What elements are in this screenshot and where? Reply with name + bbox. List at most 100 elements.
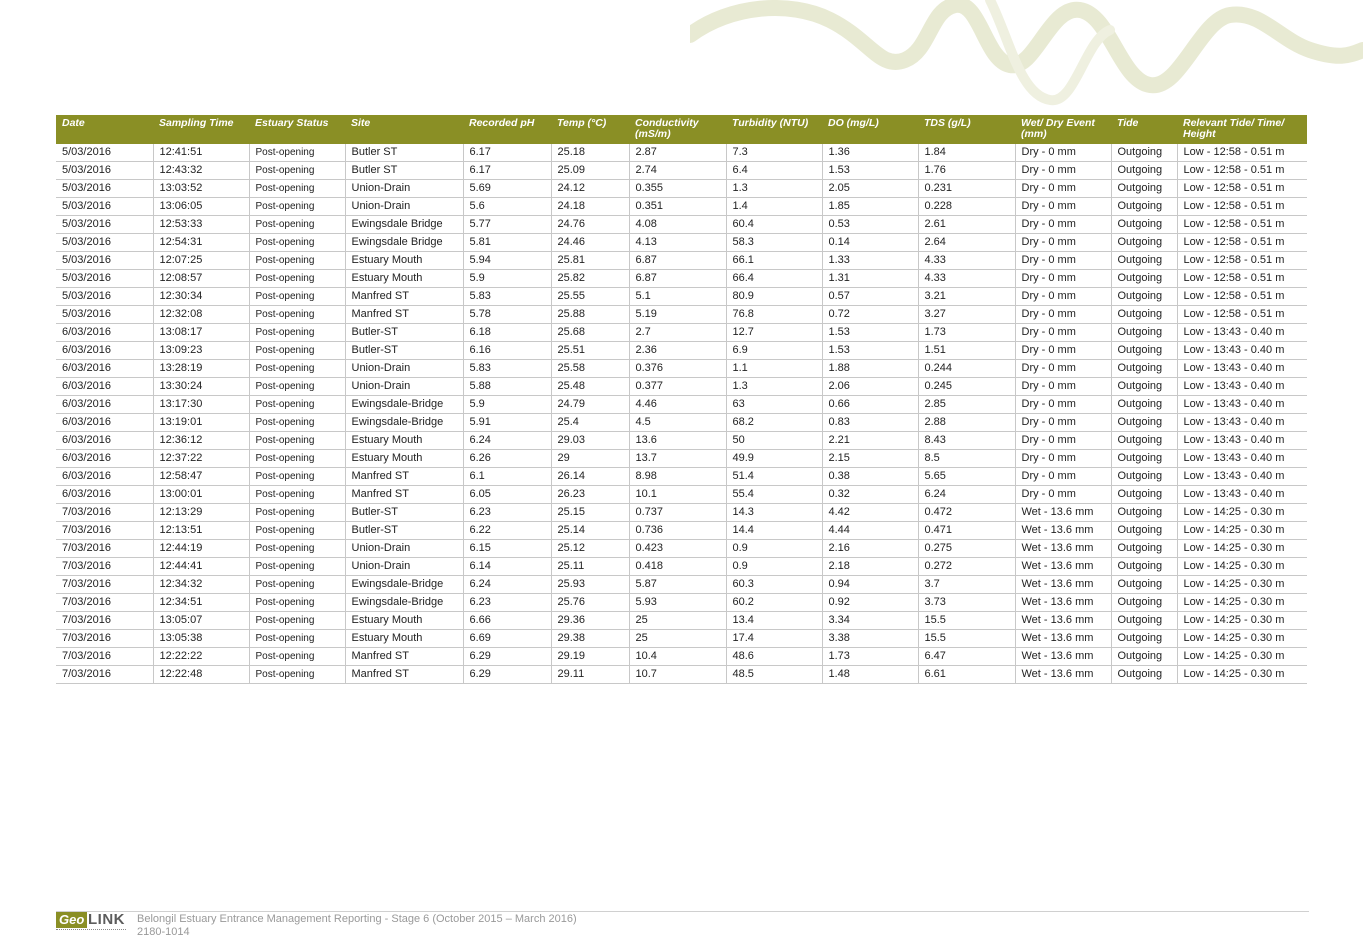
table-row: 5/03/2016 12:30:34 Post-opening Manfred ST 5… [56, 287, 1307, 306]
table-cell: Low - 13:43 - 0.40 m [1176, 485, 1307, 504]
table-cell: 13:05:07 [152, 611, 249, 630]
table-cell: 0.83 [821, 413, 918, 432]
table-cell: Low - 12:58 - 0.51 m [1176, 305, 1307, 324]
table-cell: Outgoing [1110, 503, 1177, 522]
table-row: 6/03/2016 12:58:47 Post-opening Manfred ST 6… [56, 467, 1307, 486]
table-cell: Outgoing [1110, 233, 1177, 252]
table-cell: Butler-ST [344, 521, 463, 540]
table-cell: Dry - 0 mm [1014, 449, 1111, 468]
table-cell: 4.5 [628, 413, 726, 432]
table-cell: 5/03/2016 [56, 179, 153, 198]
table-cell: 2.16 [821, 539, 918, 558]
table-cell: 5.83 [462, 287, 551, 306]
table-cell: Outgoing [1110, 179, 1177, 198]
table-cell: Wet - 13.6 mm [1014, 611, 1111, 630]
table-cell: 7/03/2016 [56, 629, 153, 648]
table-cell: 12:58:47 [152, 467, 249, 486]
table-cell: Outgoing [1110, 287, 1177, 306]
table-cell: 12:36:12 [152, 431, 249, 450]
footer-doc-number: 2180-1014 [137, 926, 190, 938]
table-cell: 13:30:24 [152, 377, 249, 396]
table-cell: 7/03/2016 [56, 539, 153, 558]
table-cell: 29 [550, 449, 629, 468]
table-cell: 13.4 [725, 611, 822, 630]
decorative-wave-graphic [690, 0, 1363, 106]
water-quality-table: Date Sampling Time Estuary Status Site R… [56, 115, 1307, 684]
table-cell: 2.64 [917, 233, 1015, 252]
table-cell: 51.4 [725, 467, 822, 486]
table-cell: 25.12 [550, 539, 629, 558]
table-cell: Post-opening [248, 539, 345, 558]
table-cell: Low - 13:43 - 0.40 m [1176, 359, 1307, 378]
table-row: 5/03/2016 12:07:25 Post-opening Estuary Mou… [56, 251, 1307, 270]
table-cell: 1.4 [725, 197, 822, 216]
logo-link-text: LINK [88, 911, 125, 928]
table-row: 5/03/2016 12:32:08 Post-opening Manfred ST 5… [56, 305, 1307, 324]
table-cell: 0.376 [628, 359, 726, 378]
table-cell: 25.4 [550, 413, 629, 432]
table-cell: Low - 13:43 - 0.40 m [1176, 467, 1307, 486]
table-cell: 8.43 [917, 431, 1015, 450]
table-cell: 6.15 [462, 539, 551, 558]
table-cell: 12.7 [725, 323, 822, 342]
table-cell: 48.5 [725, 665, 822, 684]
table-cell: 14.4 [725, 521, 822, 540]
table-cell: 13:00:01 [152, 485, 249, 504]
table-cell: Dry - 0 mm [1014, 323, 1111, 342]
table-cell: Outgoing [1110, 323, 1177, 342]
table-cell: 4.33 [917, 251, 1015, 270]
table-cell: 12:53:33 [152, 215, 249, 234]
table-cell: 6.87 [628, 269, 726, 288]
table-cell: Outgoing [1110, 647, 1177, 666]
table-cell: 0.9 [725, 539, 822, 558]
table-cell: 7/03/2016 [56, 557, 153, 576]
logo-geo-text: Geo [56, 912, 88, 928]
table-cell: Ewingsdale-Bridge [344, 593, 463, 612]
table-cell: 3.38 [821, 629, 918, 648]
table-cell: Post-opening [248, 287, 345, 306]
table-cell: 6/03/2016 [56, 377, 153, 396]
table-cell: 17.4 [725, 629, 822, 648]
table-cell: 29.03 [550, 431, 629, 450]
table-cell: Post-opening [248, 557, 345, 576]
table-cell: Estuary Mouth [344, 251, 463, 270]
table-cell: Wet - 13.6 mm [1014, 557, 1111, 576]
table-cell: 5.93 [628, 593, 726, 612]
table-cell: 49.9 [725, 449, 822, 468]
table-cell: 12:34:32 [152, 575, 249, 594]
table-cell: Post-opening [248, 395, 345, 414]
table-cell: 0.275 [917, 539, 1015, 558]
table-cell: Outgoing [1110, 611, 1177, 630]
table-row: 6/03/2016 13:08:17 Post-opening Butler-ST 6.… [56, 323, 1307, 342]
table-cell: 12:30:34 [152, 287, 249, 306]
table-cell: 10.4 [628, 647, 726, 666]
table-cell: Post-opening [248, 521, 345, 540]
table-cell: Outgoing [1110, 467, 1177, 486]
table-cell: 0.272 [917, 557, 1015, 576]
table-cell: 6/03/2016 [56, 413, 153, 432]
table-row: 6/03/2016 13:00:01 Post-opening Manfred ST 6… [56, 485, 1307, 504]
table-cell: 68.2 [725, 413, 822, 432]
column-header: Site [345, 115, 463, 144]
table-cell: Union-Drain [344, 179, 463, 198]
column-header: Date [56, 115, 153, 144]
table-cell: 25 [628, 611, 726, 630]
table-cell: Manfred ST [344, 305, 463, 324]
table-cell: 4.42 [821, 503, 918, 522]
table-cell: Dry - 0 mm [1014, 287, 1111, 306]
table-cell: 1.53 [821, 341, 918, 360]
table-cell: 60.2 [725, 593, 822, 612]
table-row: 5/03/2016 12:43:32 Post-opening Butler ST 6.… [56, 161, 1307, 180]
table-cell: 0.472 [917, 503, 1015, 522]
table-cell: 2.06 [821, 377, 918, 396]
table-cell: Wet - 13.6 mm [1014, 521, 1111, 540]
table-cell: 6.66 [462, 611, 551, 630]
footer-text: Belongil Estuary Entrance Management Rep… [137, 913, 577, 939]
table-cell: 4.46 [628, 395, 726, 414]
table-cell: 12:44:19 [152, 539, 249, 558]
table-cell: 12:41:51 [152, 144, 249, 162]
table-cell: Dry - 0 mm [1014, 215, 1111, 234]
table-cell: 6.61 [917, 665, 1015, 684]
table-cell: 15.5 [917, 629, 1015, 648]
table-cell: Outgoing [1110, 539, 1177, 558]
